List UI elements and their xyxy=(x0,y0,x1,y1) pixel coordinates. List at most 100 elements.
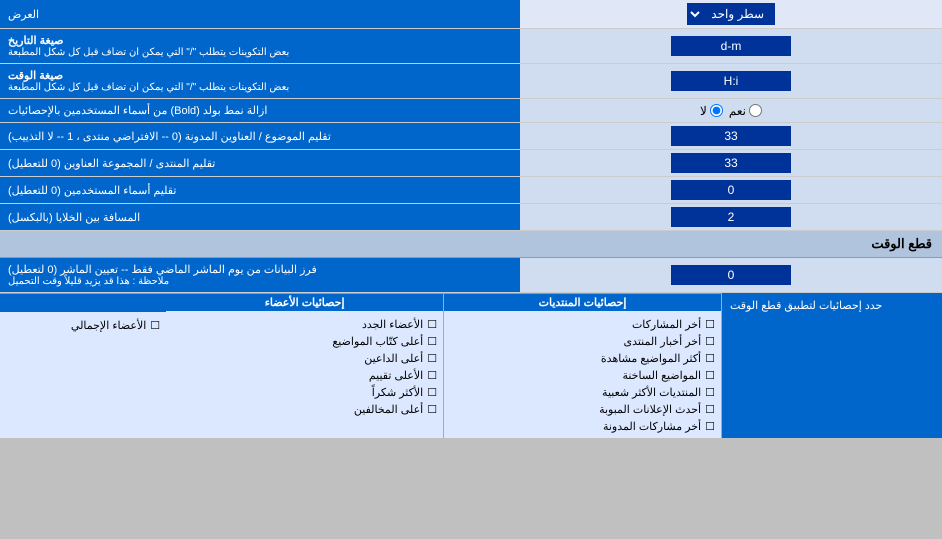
list-item: ☐ الأعلى تقييم xyxy=(172,367,437,384)
date-format-input-cell xyxy=(520,29,942,63)
realtime-input[interactable] xyxy=(671,265,791,285)
bold-radio-group: نعم لا xyxy=(700,104,762,118)
list-item: ☐ الأعضاء الجدد xyxy=(172,316,437,333)
checkbox-icon: ☐ xyxy=(427,403,437,416)
time-format-label-line1: صيغة الوقت xyxy=(8,69,63,82)
bold-radio-no[interactable]: لا xyxy=(700,104,723,118)
bold-radio-no-input[interactable] xyxy=(710,104,723,117)
realtime-label-line1: فرز البيانات من يوم الماشر الماضي فقط --… xyxy=(8,263,317,276)
forum-group-label: تقليم المنتدى / المجموعة العناوين (0 للت… xyxy=(0,150,520,176)
usernames-row: تقليم أسماء المستخدمين (0 للتعطيل) xyxy=(0,177,942,204)
list-item: ☐ أعلى المخالفين xyxy=(172,401,437,418)
stats-col2-item-3: الأعلى تقييم xyxy=(369,369,423,382)
checkbox-icon: ☐ xyxy=(427,335,437,348)
realtime-label: فرز البيانات من يوم الماشر الماضي فقط --… xyxy=(0,258,520,292)
stats-col2-item-0: الأعضاء الجدد xyxy=(362,318,423,331)
stats-col1-item-2: أكثر المواضيع مشاهدة xyxy=(601,352,701,365)
ard-select[interactable]: سطر واحد سطران ثلاثة أسطر xyxy=(687,3,775,25)
stats-col2-item-2: أعلى الداعين xyxy=(364,352,423,365)
checkbox-icon: ☐ xyxy=(705,420,715,433)
bold-row: نعم لا ازالة نمط بولد (Bold) من أسماء ال… xyxy=(0,99,942,123)
stats-col1-item-3: المواضيع الساخنة xyxy=(622,369,701,382)
stats-col1-item-6: أخر مشاركات المدونة xyxy=(603,420,701,433)
checkbox-icon: ☐ xyxy=(150,319,160,332)
list-item: ☐ أعلى الداعين xyxy=(172,350,437,367)
stats-col2: إحصائيات الأعضاء ☐ الأعضاء الجدد ☐ أعلى … xyxy=(166,294,444,438)
list-item: ☐ أخر مشاركات المدونة xyxy=(450,418,715,435)
checkbox-icon: ☐ xyxy=(705,352,715,365)
bottom-section: حدد إحصائيات لتطبيق قطع الوقت إحصائيات ا… xyxy=(0,293,942,438)
stats-col1-header: إحصائيات المنتديات xyxy=(444,294,721,311)
time-format-label: صيغة الوقت بعض التكوينات يتطلب "/" التي … xyxy=(0,64,520,98)
bold-radio-yes-label: نعم xyxy=(729,104,746,118)
stats-col2-header: إحصائيات الأعضاء xyxy=(166,294,443,311)
stats-col1: إحصائيات المنتديات ☐ أخر المشاركات ☐ أخر… xyxy=(444,294,722,438)
bold-label: ازالة نمط بولد (Bold) من أسماء المستخدمي… xyxy=(0,99,520,122)
checkbox-icon: ☐ xyxy=(705,369,715,382)
stats-col2-item-5: أعلى المخالفين xyxy=(354,403,423,416)
list-item: ☐ أخر المشاركات xyxy=(450,316,715,333)
list-item: ☐ الأكثر شكراً xyxy=(172,384,437,401)
stats-columns: إحصائيات المنتديات ☐ أخر المشاركات ☐ أخر… xyxy=(0,293,722,438)
bold-radio-yes-input[interactable] xyxy=(749,104,762,117)
limit-label: حدد إحصائيات لتطبيق قطع الوقت xyxy=(722,293,942,438)
time-format-input[interactable] xyxy=(671,71,791,91)
list-item: ☐ أخر أخبار المنتدى xyxy=(450,333,715,350)
ard-label: العرض xyxy=(0,0,520,28)
topics-titles-input-cell xyxy=(520,123,942,149)
list-item: ☐ أكثر المواضيع مشاهدة xyxy=(450,350,715,367)
time-format-label-line2: بعض التكوينات يتطلب "/" التي يمكن ان تضا… xyxy=(8,82,289,93)
forum-group-input-cell xyxy=(520,150,942,176)
checkbox-icon: ☐ xyxy=(427,352,437,365)
checkbox-icon: ☐ xyxy=(705,335,715,348)
date-format-label: صيغة التاريخ بعض التكوينات يتطلب "/" الت… xyxy=(0,29,520,63)
list-item: ☐ المنتديات الأكثر شعبية xyxy=(450,384,715,401)
checkbox-icon: ☐ xyxy=(427,318,437,331)
stats-col2-items: ☐ الأعضاء الجدد ☐ أعلى كتّاب المواضيع ☐ … xyxy=(166,313,443,421)
stats-col2-item-4: الأكثر شكراً xyxy=(372,386,423,399)
bold-input-cell: نعم لا xyxy=(520,99,942,122)
realtime-label-line2: ملاحظة : هذا قد يزيد قليلاً وقت التحميل xyxy=(8,276,169,287)
date-format-row: صيغة التاريخ بعض التكوينات يتطلب "/" الت… xyxy=(0,29,942,64)
bold-radio-no-label: لا xyxy=(700,104,707,118)
list-item: ☐ المواضيع الساخنة xyxy=(450,367,715,384)
main-container: سطر واحد سطران ثلاثة أسطر العرض صيغة الت… xyxy=(0,0,942,438)
ard-row: سطر واحد سطران ثلاثة أسطر العرض xyxy=(0,0,942,29)
date-format-label-line1: صيغة التاريخ xyxy=(8,34,63,47)
cell-distance-input-cell xyxy=(520,204,942,230)
bold-radio-yes[interactable]: نعم xyxy=(729,104,762,118)
ard-input-cell: سطر واحد سطران ثلاثة أسطر xyxy=(520,0,942,28)
stats-col1-items: ☐ أخر المشاركات ☐ أخر أخبار المنتدى ☐ أك… xyxy=(444,313,721,438)
stats-col2-item-1: أعلى كتّاب المواضيع xyxy=(332,335,423,348)
realtime-input-cell xyxy=(520,258,942,292)
time-format-row: صيغة الوقت بعض التكوينات يتطلب "/" التي … xyxy=(0,64,942,99)
topics-titles-input[interactable] xyxy=(671,126,791,146)
stats-col3-item-0: الأعضاء الإجمالي xyxy=(71,319,146,332)
topics-titles-label: تقليم الموضوع / العناوين المدونة (0 -- ا… xyxy=(0,123,520,149)
checkbox-icon: ☐ xyxy=(705,386,715,399)
checkbox-icon: ☐ xyxy=(427,386,437,399)
time-format-input-cell xyxy=(520,64,942,98)
checkbox-icon: ☐ xyxy=(427,369,437,382)
cell-distance-input[interactable] xyxy=(671,207,791,227)
usernames-label: تقليم أسماء المستخدمين (0 للتعطيل) xyxy=(0,177,520,203)
list-item: ☐ الأعضاء الإجمالي xyxy=(6,317,160,334)
stats-col3: ☐ الأعضاء الإجمالي xyxy=(0,294,166,438)
stats-col1-item-1: أخر أخبار المنتدى xyxy=(623,335,701,348)
list-item: ☐ أعلى كتّاب المواضيع xyxy=(172,333,437,350)
topics-titles-row: تقليم الموضوع / العناوين المدونة (0 -- ا… xyxy=(0,123,942,150)
stats-col1-item-0: أخر المشاركات xyxy=(632,318,701,331)
date-format-input[interactable] xyxy=(671,36,791,56)
list-item: ☐ أحدث الإعلانات المبوبة xyxy=(450,401,715,418)
checkbox-icon: ☐ xyxy=(705,403,715,416)
checkbox-icon: ☐ xyxy=(705,318,715,331)
stats-col1-item-5: أحدث الإعلانات المبوبة xyxy=(599,403,701,416)
stats-col3-header xyxy=(0,294,166,312)
usernames-input[interactable] xyxy=(671,180,791,200)
usernames-input-cell xyxy=(520,177,942,203)
stats-col1-item-4: المنتديات الأكثر شعبية xyxy=(602,386,701,399)
forum-group-row: تقليم المنتدى / المجموعة العناوين (0 للت… xyxy=(0,150,942,177)
cell-distance-label: المسافة بين الخلايا (بالبكسل) xyxy=(0,204,520,230)
cell-distance-row: المسافة بين الخلايا (بالبكسل) xyxy=(0,204,942,231)
forum-group-input[interactable] xyxy=(671,153,791,173)
